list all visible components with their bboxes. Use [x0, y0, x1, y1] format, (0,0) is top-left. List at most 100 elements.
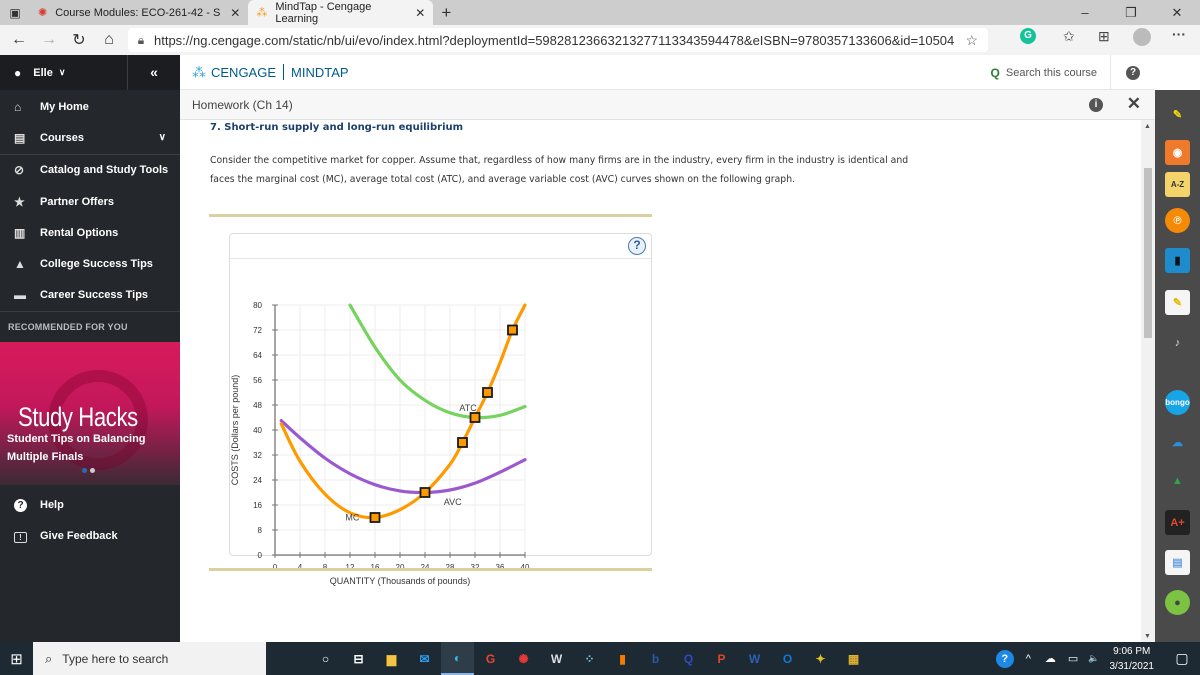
battery-icon[interactable]: ▭ [1068, 652, 1078, 665]
sidebar-item-career-tips[interactable]: ▬ Career Success Tips [0, 280, 180, 311]
search-icon: Q [990, 65, 1000, 80]
favorites-icon[interactable]: ✩ [1063, 28, 1075, 45]
tab-mindtap[interactable]: ⁂ MindTap - Cengage Learning ✕ [248, 0, 434, 25]
bird-app-icon[interactable]: ✦ [804, 642, 837, 675]
close-window-button[interactable]: ✕ [1154, 0, 1200, 25]
search-course-button[interactable]: Q Search this course [991, 55, 1097, 90]
promo-card[interactable]: Study Hacks Student Tips on Balancing Mu… [0, 342, 180, 486]
chrome-google-icon[interactable]: G [474, 642, 507, 675]
info-button[interactable]: i [1089, 98, 1103, 112]
ebook-icon[interactable]: ▮ [1165, 248, 1190, 273]
promo-subtitle: Student Tips on Balancing Multiple Final… [7, 430, 146, 466]
more-menu-icon[interactable]: ··· [1172, 26, 1186, 42]
scroll-up-icon[interactable]: ▲ [1144, 123, 1151, 130]
scroll-down-icon[interactable]: ▼ [1144, 633, 1151, 640]
star-icon: ★ [14, 194, 25, 209]
sidebar-item-my-home[interactable]: ⌂ My Home [0, 91, 180, 122]
flashcards-icon[interactable]: ▤ [1165, 550, 1190, 575]
maximize-button[interactable]: ❐ [1108, 0, 1154, 25]
collapse-sidebar-button[interactable]: « [127, 55, 180, 90]
sidebar-item-courses[interactable]: ▤ Courses ∨ [0, 122, 180, 153]
google-drive-icon[interactable]: ▲ [1165, 468, 1190, 493]
aplus-icon[interactable]: A+ [1165, 510, 1190, 535]
file-explorer-icon[interactable]: ▆ [375, 642, 408, 675]
task-view-icon[interactable]: ⊟ [342, 642, 375, 675]
powerpoint-icon[interactable]: P [705, 642, 738, 675]
tab-course-modules[interactable]: ✺ Course Modules: ECO-261-42 - S ✕ [30, 0, 248, 25]
mc-point-marker [419, 487, 431, 498]
chevron-up-icon[interactable]: ^ [1026, 653, 1031, 665]
tab-actions-icon[interactable]: ▣ [0, 6, 30, 20]
progress-icon[interactable]: ● [1165, 590, 1190, 615]
b-app-icon[interactable]: b [639, 642, 672, 675]
canvas-icon[interactable]: ✺ [507, 642, 540, 675]
clock-date: 3/31/2021 [1109, 660, 1155, 672]
sidebar-item-label: Help [40, 498, 64, 511]
taskbar-search-input[interactable]: ⌕ Type here to search [33, 642, 266, 675]
glossary-az-icon[interactable]: A-Z [1165, 172, 1190, 197]
volume-icon[interactable]: 🔈 [1088, 653, 1099, 664]
search-icon: ⌕ [45, 650, 53, 666]
user-menu[interactable]: ● Elle ∨ « [0, 55, 180, 90]
add-favorite-icon[interactable]: ☆ [965, 32, 978, 49]
y-tick-label: 48 [253, 401, 262, 410]
help-icon: ? [1126, 65, 1140, 80]
sidebar-item-label: Catalog and Study Tools [40, 164, 169, 177]
cengage-app-icon[interactable]: ⁘ [573, 642, 606, 675]
notifications-icon[interactable]: ▢ [1164, 650, 1200, 667]
cortana-icon[interactable]: ○ [309, 642, 342, 675]
sidebar-item-college-tips[interactable]: ▲ College Success Tips [0, 248, 180, 279]
pen-highlighter-icon[interactable]: ✎ [1165, 102, 1190, 127]
word-icon[interactable]: W [738, 642, 771, 675]
sidebar-item-help[interactable]: ? Help [0, 489, 180, 520]
content-scrollbar[interactable]: ▲ ▼ [1141, 120, 1155, 642]
minimize-button[interactable]: – [1062, 0, 1108, 25]
sidebar-item-feedback[interactable]: ! Give Feedback [0, 520, 180, 551]
carousel-dot[interactable] [82, 468, 87, 474]
refresh-button[interactable]: ↻ [64, 30, 94, 50]
bongo-icon[interactable]: bongo [1165, 390, 1190, 415]
sidebar-item-label: Courses [40, 131, 85, 144]
clock[interactable]: 9:06 PM 3/31/2021 [1110, 644, 1155, 674]
outlook-icon[interactable]: O [771, 642, 804, 675]
new-tab-button[interactable]: + [441, 3, 451, 23]
browser-tab-bar: ▣ ✺ Course Modules: ECO-261-42 - S ✕ ⁂ M… [0, 0, 1200, 25]
sidebar-item-catalog[interactable]: ⊘ Catalog and Study Tools [0, 155, 180, 186]
help-tray-icon[interactable]: ? [995, 649, 1014, 668]
bookmark-app-icon[interactable]: ▮ [606, 642, 639, 675]
q-app-icon[interactable]: Q [672, 642, 705, 675]
sidebar-item-rental-options[interactable]: ▥ Rental Options [0, 217, 180, 248]
sidebar-item-partner-offers[interactable]: ★ Partner Offers [0, 186, 180, 217]
edge-icon[interactable]: ◐ [441, 642, 474, 675]
scrollbar-thumb[interactable] [1144, 168, 1152, 338]
back-button[interactable]: ← [4, 31, 34, 49]
url-field[interactable]: 🔒︎ https://ng.cengage.com/static/nb/ui/e… [128, 28, 988, 52]
onedrive-tray-icon[interactable]: ☁ [1045, 652, 1056, 665]
forward-button[interactable]: → [34, 31, 64, 49]
profile-avatar[interactable] [1133, 28, 1151, 46]
collections-icon[interactable]: ⊞ [1098, 28, 1110, 45]
grammarly-icon[interactable]: G [1020, 28, 1036, 44]
sidebar-item-label: Give Feedback [40, 530, 118, 543]
curve-atc [348, 303, 527, 420]
close-tab-icon[interactable]: ✕ [230, 6, 240, 20]
notes-icon[interactable]: ✎ [1165, 290, 1190, 315]
rss-icon[interactable]: ◉ [1165, 140, 1190, 165]
mail-icon[interactable]: ✉ [408, 642, 441, 675]
curve-label-mc: MC [345, 513, 359, 523]
close-tab-icon[interactable]: ✕ [415, 6, 425, 20]
close-activity-button[interactable]: ✕ [1127, 94, 1141, 114]
windows-start-icon[interactable]: ⊞ [0, 650, 33, 668]
home-button[interactable]: ⌂ [94, 31, 124, 49]
tiger-app-icon[interactable]: ▦ [837, 642, 870, 675]
cengage-p-icon[interactable]: ℗ [1165, 208, 1190, 233]
carousel-dot[interactable] [90, 468, 95, 474]
cengage-mindtap-logo[interactable]: ⁂ CENGAGE MINDTAP [192, 64, 349, 81]
help-button[interactable]: ? [1110, 55, 1155, 90]
onedrive-icon[interactable]: ☁ [1165, 430, 1190, 455]
y-tick-label: 32 [253, 451, 262, 460]
readspeaker-icon[interactable]: ♪ [1165, 330, 1190, 355]
sidebar-item-label: Career Success Tips [40, 289, 149, 302]
y-tick-label: 56 [253, 376, 262, 385]
word-doc-icon[interactable]: W [540, 642, 573, 675]
